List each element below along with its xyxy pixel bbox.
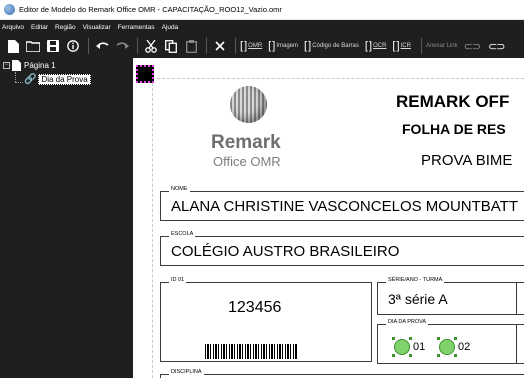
form-heading-3: PROVA BIME [421, 152, 513, 169]
logo-subtitle: Office OMR [213, 154, 281, 169]
region-link-icon: 🔗 [24, 74, 37, 85]
omr-option-02[interactable]: 02 [437, 337, 471, 357]
barcode-region-button[interactable]: [ ] Código de Barras [304, 40, 359, 52]
collapse-icon[interactable]: − [3, 62, 10, 69]
form-canvas[interactable]: Remark Office OMR REMARK OFF FOLHA DE RE… [133, 58, 524, 378]
menu-arquivo[interactable]: Arquivo [2, 24, 24, 31]
next-field-edge [517, 282, 524, 315]
menu-regiao[interactable]: Região [55, 24, 76, 31]
region-bracket-icon: [ ] [240, 40, 247, 52]
anchor-marker[interactable] [136, 65, 154, 83]
link-alt-icon[interactable]: ⊂⊃ [488, 40, 506, 53]
region-bracket-icon: [ ] [392, 40, 399, 52]
serie-label: SÉRIE/ANO - TURMA [386, 277, 445, 283]
redo-icon[interactable] [113, 37, 131, 55]
page-border [152, 78, 524, 79]
escola-label: ESCOLA [169, 231, 196, 237]
disciplina-field[interactable]: DISCIPLINA [160, 369, 524, 378]
logo-wordmark: Remark [211, 132, 281, 153]
next-field-edge [517, 324, 524, 364]
region-bracket-icon: [ ] [364, 40, 372, 52]
attach-link-button[interactable]: Anexar Link [426, 43, 458, 49]
id-value: 123456 [228, 299, 282, 316]
id-label: ID 01 [169, 277, 187, 283]
menu-ajuda[interactable]: Ajuda [162, 24, 179, 31]
tree-node-dia-da-prova[interactable]: 🔗 Dia da Prova [24, 74, 91, 85]
omr-bubble[interactable] [392, 337, 412, 357]
undo-icon[interactable] [93, 37, 111, 55]
omr-option-label: 02 [458, 341, 471, 353]
disciplina-label: DISCIPLINA [169, 369, 204, 375]
toolbar-separator [88, 38, 89, 54]
form-heading-1: REMARK OFF [396, 92, 510, 111]
tree-connector [15, 72, 16, 82]
dia-da-prova-label: DIA DA PROVA [386, 319, 429, 325]
tree-page-label: Página 1 [24, 61, 56, 70]
toolbar-separator [420, 38, 422, 54]
save-icon[interactable] [44, 37, 62, 55]
tree-node-page[interactable]: − Página 1 [3, 60, 56, 71]
toolbar-separator [206, 38, 207, 54]
tree-child-label: Dia da Prova [38, 74, 91, 85]
menu-editar[interactable]: Editar [31, 24, 48, 31]
toolbar-separator [137, 38, 138, 54]
attach-link-label: Anexar Link [425, 43, 458, 49]
serie-field[interactable]: SÉRIE/ANO - TURMA 3ª série A [377, 277, 517, 315]
escola-value: COLÉGIO AUSTRO BRASILEIRO [171, 243, 400, 260]
region-bracket-icon: [ ] [268, 40, 275, 52]
icr-label: ICR [400, 43, 411, 49]
omr-label: OMR [248, 43, 263, 49]
page-icon [12, 60, 21, 71]
serie-value: 3ª série A [388, 291, 448, 307]
new-document-icon[interactable] [4, 37, 22, 55]
image-region-button[interactable]: [ ] Imagem [268, 40, 298, 52]
page-border [152, 78, 153, 378]
template-tree-panel: − Página 1 🔗 Dia da Prova [0, 58, 133, 378]
window-title: Editor de Modelo do Remark Office OMR - … [19, 5, 282, 14]
ocr-label: OCR [373, 43, 387, 49]
info-icon[interactable] [64, 37, 82, 55]
delete-icon[interactable] [211, 37, 229, 55]
scissors-icon[interactable] [142, 37, 160, 55]
tree-connector [15, 82, 23, 83]
menu-ferramentas[interactable]: Ferramentas [118, 24, 155, 31]
app-icon [4, 4, 15, 15]
toolbar-separator [235, 38, 236, 54]
title-bar: Editor de Modelo do Remark Office OMR - … [0, 0, 524, 20]
icr-region-button[interactable]: [ ] ICR [392, 40, 411, 52]
omr-option-01[interactable]: 01 [392, 337, 426, 357]
barcode-label: Código de Barras [312, 43, 359, 49]
toolbar: [ ] OMR [ ] Imagem [ ] Código de Barras [ ]… [0, 34, 524, 58]
omr-bubble[interactable] [437, 337, 457, 357]
escola-field[interactable]: ESCOLA COLÉGIO AUSTRO BRASILEIRO [160, 231, 524, 266]
region-bracket-icon: [ ] [304, 40, 311, 52]
nome-label: NOME [169, 186, 190, 192]
omr-option-label: 01 [413, 341, 426, 353]
menu-bar: Arquivo Editar Região Visualizar Ferrame… [0, 20, 524, 34]
form-heading-2: FOLHA DE RES [402, 121, 506, 137]
nome-value: ALANA CHRISTINE VASCONCELOS MOUNTBATT [171, 198, 518, 215]
menu-visualizar[interactable]: Visualizar [83, 24, 111, 31]
copy-icon[interactable] [162, 37, 180, 55]
link-icon[interactable]: ⊂⊃ [464, 40, 482, 53]
folder-open-icon[interactable] [24, 37, 42, 55]
barcode-image [205, 344, 297, 359]
image-label: Imagem [276, 43, 299, 49]
paste-icon[interactable] [182, 37, 200, 55]
omr-region-button[interactable]: [ ] OMR [240, 40, 262, 52]
ocr-region-button[interactable]: [ ] OCR [365, 40, 387, 52]
nome-field[interactable]: NOME ALANA CHRISTINE VASCONCELOS MOUNTBA… [160, 186, 524, 221]
remark-globe-logo [230, 86, 267, 123]
